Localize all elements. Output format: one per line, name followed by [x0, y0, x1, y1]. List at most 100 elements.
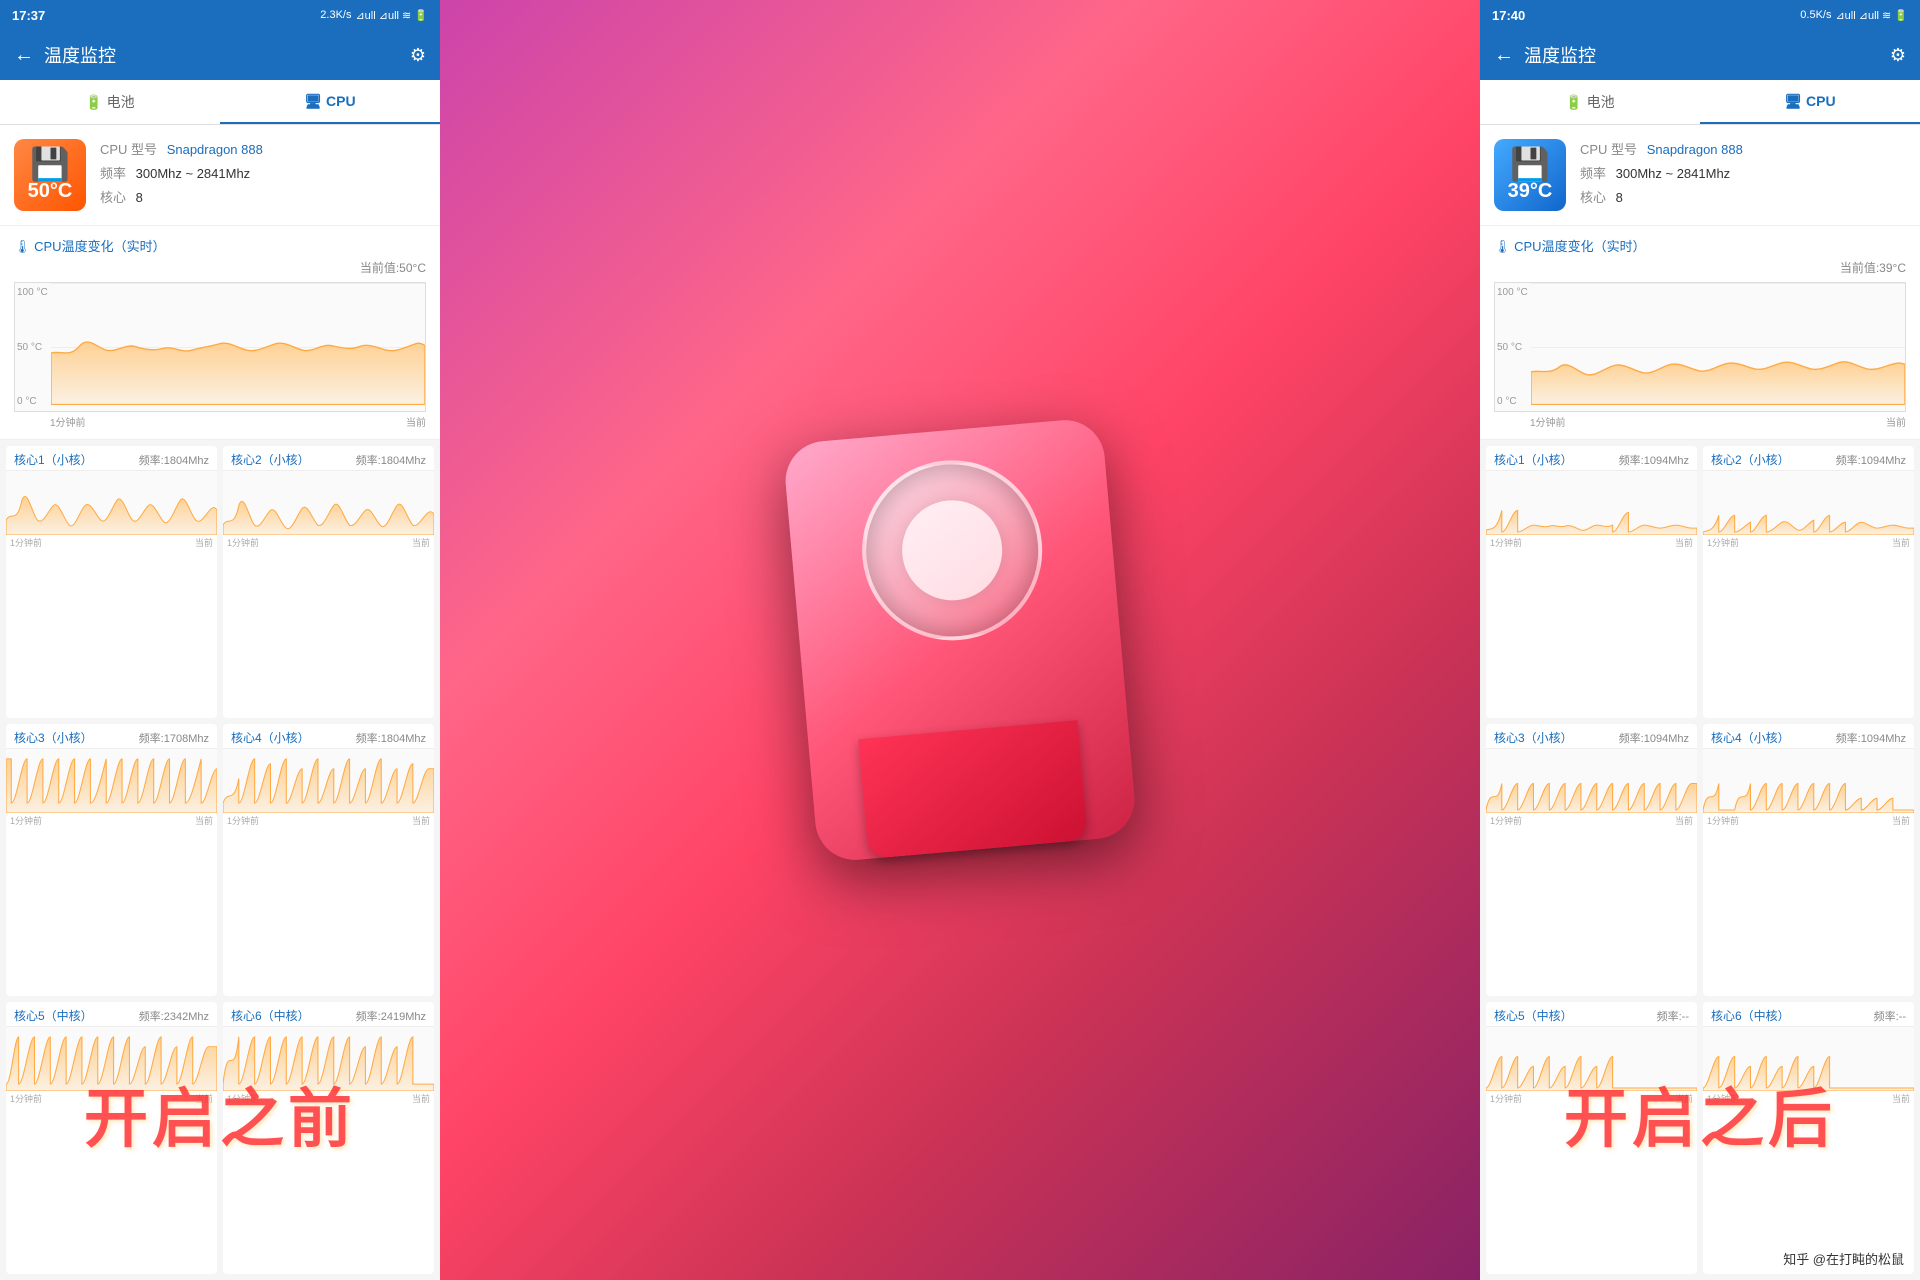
left-speed: 2.3K/s: [320, 9, 351, 21]
left-cpu-cores-value: 8: [136, 190, 143, 205]
right-cpu-cores-row: 核心 8: [1580, 187, 1906, 206]
left-time: 17:37: [12, 8, 45, 23]
left-cores-grid: 核心1（小核） 频率:1804Mhz 1分钟前 当前 核心2（小核） 频率:18…: [0, 440, 440, 1280]
left-core-3-header: 核心3（小核） 频率:1708Mhz: [6, 724, 217, 748]
right-back-button[interactable]: ←: [1494, 44, 1514, 67]
left-cpu-icon: 💾 50°C: [14, 139, 86, 211]
left-cpu-info: 💾 50°C CPU 型号 Snapdragon 888 频率 300Mhz ~…: [0, 125, 440, 226]
left-cpu-freq-label: 频率: [100, 166, 126, 181]
left-core-4: 核心4（小核） 频率:1804Mhz 1分钟前 当前: [223, 724, 434, 996]
right-cpu-info: 💾 39°C CPU 型号 Snapdragon 888 频率 300Mhz ~…: [1480, 125, 1920, 226]
right-core-2-chart: [1703, 470, 1914, 535]
left-chart-svg: [51, 283, 425, 405]
right-core-4: 核心4（小核） 频率:1094Mhz 1分钟前 当前: [1703, 724, 1914, 996]
left-gear-button[interactable]: ⚙: [410, 45, 426, 66]
left-core-1-header: 核心1（小核） 频率:1804Mhz: [6, 446, 217, 470]
left-core-4-chart: [223, 748, 434, 813]
left-cpu-cores-label: 核心: [100, 190, 126, 205]
right-chart-title: 🌡 CPU温度变化（实时）: [1494, 236, 1906, 255]
left-chart-time-labels: 1分钟前 当前: [14, 414, 426, 429]
left-chart-section: 🌡 CPU温度变化（实时） 当前值:50°C 100 °C 50 °C 0 °C: [0, 226, 440, 440]
right-core-5-chart: [1486, 1026, 1697, 1091]
right-cores-grid: 核心1（小核） 频率:1094Mhz 1分钟前 当前 核心2（小核） 频率:10…: [1480, 440, 1920, 1280]
left-cpu-model-row: CPU 型号 Snapdragon 888: [100, 139, 426, 158]
right-core-1: 核心1（小核） 频率:1094Mhz 1分钟前 当前: [1486, 446, 1697, 718]
right-cpu-icon: 💾 39°C: [1494, 139, 1566, 211]
right-cpu-model-value: Snapdragon 888: [1647, 142, 1743, 157]
right-status-bar: 17:40 0.5K/s ⊿ull ⊿ull ≋ 🔋: [1480, 0, 1920, 30]
right-cpu-model-row: CPU 型号 Snapdragon 888: [1580, 139, 1906, 158]
right-chart-time-labels: 1分钟前 当前: [1494, 414, 1906, 429]
left-tab-battery[interactable]: 🔋 电池: [0, 80, 220, 124]
right-cpu-details: CPU 型号 Snapdragon 888 频率 300Mhz ~ 2841Mh…: [1580, 139, 1906, 211]
left-core-2-header: 核心2（小核） 频率:1804Mhz: [223, 446, 434, 470]
left-app-header: ← 温度监控 ⚙: [0, 30, 440, 80]
right-header-title-group: ← 温度监控: [1494, 42, 1596, 68]
left-core-6: 核心6（中核） 频率:2419Mhz 1分钟前 当前: [223, 1002, 434, 1274]
left-status-bar: 17:37 2.3K/s ⊿ull ⊿ull ≋ 🔋: [0, 0, 440, 30]
left-header-title-group: ← 温度监控: [14, 42, 116, 68]
right-cpu-cores-label: 核心: [1580, 190, 1606, 205]
left-core-5: 核心5（中核） 频率:2342Mhz 1分钟前 当前: [6, 1002, 217, 1274]
right-speed: 0.5K/s: [1800, 9, 1831, 21]
right-app-header: ← 温度监控 ⚙: [1480, 30, 1920, 80]
left-core-3-chart: [6, 748, 217, 813]
right-cpu-model-label: CPU 型号: [1580, 142, 1637, 157]
right-chart-y-labels: 100 °C 50 °C 0 °C: [1495, 283, 1531, 411]
right-core-2: 核心2（小核） 频率:1094Mhz 1分钟前 当前: [1703, 446, 1914, 718]
left-chart-area: 100 °C 50 °C 0 °C: [14, 282, 426, 412]
watermark: 知乎 @在打盹的松鼠: [1777, 1247, 1910, 1270]
left-cpu-model-label: CPU 型号: [100, 142, 157, 157]
right-tab-cpu[interactable]: 🖥 CPU: [1700, 80, 1920, 124]
left-cpu-freq-value: 300Mhz ~ 2841Mhz: [136, 166, 251, 181]
right-chart-area: 100 °C 50 °C 0 °C: [1494, 282, 1906, 412]
right-cpu-temp: 39°C: [1508, 180, 1553, 203]
left-chart-current: 当前值:50°C: [14, 259, 426, 276]
left-back-button[interactable]: ←: [14, 44, 34, 67]
right-gear-button[interactable]: ⚙: [1890, 45, 1906, 66]
right-cpu-freq-value: 300Mhz ~ 2841Mhz: [1616, 166, 1731, 181]
left-core-4-header: 核心4（小核） 频率:1804Mhz: [223, 724, 434, 748]
left-core-2-chart: [223, 470, 434, 535]
left-core-5-header: 核心5（中核） 频率:2342Mhz: [6, 1002, 217, 1026]
right-tab-battery[interactable]: 🔋 电池: [1480, 80, 1700, 124]
left-chart-y-labels: 100 °C 50 °C 0 °C: [15, 283, 51, 411]
right-core-6: 核心6（中核） 频率:-- 1分钟前 当前: [1703, 1002, 1914, 1274]
left-tab-cpu[interactable]: 🖥 CPU: [220, 80, 440, 124]
left-core-6-header: 核心6（中核） 频率:2419Mhz: [223, 1002, 434, 1026]
left-status-icons: 2.3K/s ⊿ull ⊿ull ≋ 🔋: [320, 9, 428, 22]
right-core-1-chart: [1486, 470, 1697, 535]
right-core-3-chart: [1486, 748, 1697, 813]
right-chart-svg: [1531, 283, 1905, 405]
left-chart-title: 🌡 CPU温度变化（实时）: [14, 236, 426, 255]
right-chart-current: 当前值:39°C: [1494, 259, 1906, 276]
left-app-title: 温度监控: [44, 42, 116, 68]
right-phone-panel: 17:40 0.5K/s ⊿ull ⊿ull ≋ 🔋 ← 温度监控 ⚙ 🔋 电池…: [1480, 0, 1920, 1280]
right-cpu-cores-value: 8: [1616, 190, 1623, 205]
left-core-3: 核心3（小核） 频率:1708Mhz 1分钟前 当前: [6, 724, 217, 996]
right-status-icons: 0.5K/s ⊿ull ⊿ull ≋ 🔋: [1800, 9, 1908, 22]
left-cpu-cores-row: 核心 8: [100, 187, 426, 206]
left-cpu-freq-row: 频率 300Mhz ~ 2841Mhz: [100, 163, 426, 182]
left-core-6-chart: [223, 1026, 434, 1091]
left-cpu-details: CPU 型号 Snapdragon 888 频率 300Mhz ~ 2841Mh…: [100, 139, 426, 211]
left-cpu-temp: 50°C: [28, 180, 73, 203]
right-core-6-chart: [1703, 1026, 1914, 1091]
center-photo: [440, 0, 1480, 1280]
right-core-3: 核心3（小核） 频率:1094Mhz 1分钟前 当前: [1486, 724, 1697, 996]
left-phone-panel: 17:37 2.3K/s ⊿ull ⊿ull ≋ 🔋 ← 温度监控 ⚙ 🔋 电池…: [0, 0, 440, 1280]
left-core-1: 核心1（小核） 频率:1804Mhz 1分钟前 当前: [6, 446, 217, 718]
right-core-5: 核心5（中核） 频率:-- 1分钟前 当前: [1486, 1002, 1697, 1274]
left-core-1-chart: [6, 470, 217, 535]
right-cpu-freq-label: 频率: [1580, 166, 1606, 181]
right-chart-section: 🌡 CPU温度变化（实时） 当前值:39°C 100 °C 50 °C 0 °C: [1480, 226, 1920, 440]
right-time: 17:40: [1492, 8, 1525, 23]
right-tab-bar: 🔋 电池 🖥 CPU: [1480, 80, 1920, 125]
left-tab-bar: 🔋 电池 🖥 CPU: [0, 80, 440, 125]
right-cpu-freq-row: 频率 300Mhz ~ 2841Mhz: [1580, 163, 1906, 182]
left-cpu-model-value: Snapdragon 888: [167, 142, 263, 157]
right-core-4-chart: [1703, 748, 1914, 813]
left-core-5-chart: [6, 1026, 217, 1091]
right-app-title: 温度监控: [1524, 42, 1596, 68]
left-core-2: 核心2（小核） 频率:1804Mhz 1分钟前 当前: [223, 446, 434, 718]
